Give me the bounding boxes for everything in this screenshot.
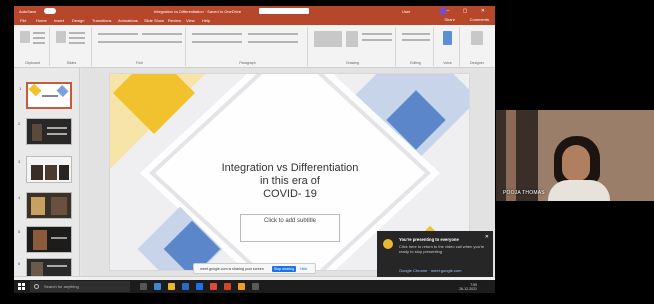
paragraph-group: Paragraph [188,27,308,66]
ribbon-tabs: File Home Insert Design Transitions Anim… [14,16,495,25]
design-ideas-icon[interactable] [471,31,483,45]
title-bar: AutoSave Integration vs Differentiation … [14,6,495,16]
title-line-3: COVID- 19 [263,188,317,200]
thumbnail-number: 4 [18,195,21,200]
comments-button[interactable]: Comments [470,17,489,22]
tab-review[interactable]: Review [168,18,181,23]
voice-group: Voice [436,27,460,66]
webcam-tile[interactable]: POOJA THOMAS [496,110,654,201]
drawing-group: Drawing [310,27,396,66]
thumbnail-number: 3 [18,159,21,164]
search-box[interactable] [259,8,309,14]
autosave-label: AutoSave [19,9,37,14]
arrange-icon[interactable] [346,31,358,47]
slide-title[interactable]: Integration vs Differentiation in this e… [210,162,370,201]
new-slide-icon[interactable] [56,31,66,43]
powerpoint-taskbar-icon[interactable] [224,283,231,290]
clipboard-group: Clipboard [16,27,50,66]
hide-share-bar-button[interactable]: Hide [300,267,307,271]
mail-icon[interactable] [196,283,203,290]
chrome-taskbar-icon[interactable] [210,283,217,290]
thumbnail-pane: 1 2 3 4 5 6 [14,68,80,285]
designer-group-label: Designer [469,61,484,65]
font-group: Font [94,27,186,66]
tab-slide-show[interactable]: Slide Show [144,18,164,23]
notification-title: You're presenting to everyone [399,237,459,242]
tab-home[interactable]: Home [36,18,47,23]
slide-thumbnail-2[interactable]: 2 [18,118,72,145]
edge-icon[interactable] [154,283,161,290]
shapes-icon[interactable] [314,31,342,47]
slides-group: Slides [52,27,92,66]
designer-group: Designer [462,27,492,66]
task-view-icon[interactable] [140,283,147,290]
ribbon: Clipboard Slides Font Paragraph Drawing … [14,25,495,68]
thumbnail-number: 5 [18,229,21,234]
subtitle-placeholder[interactable]: Click to add subtitle [240,214,340,242]
slide-thumbnail-1[interactable]: 1 [19,82,72,109]
chrome-icon [383,239,393,249]
slide-thumbnail-4[interactable]: 4 [18,192,72,219]
drawing-group-label: Drawing [346,61,359,65]
title-line-1: Integration vs Differentiation [221,162,359,174]
screen: AutoSave Integration vs Differentiation … [0,0,654,304]
font-group-label: Font [135,61,143,65]
voice-group-label: Voice [443,61,452,65]
document-title: Integration vs Differentiation · Saved t… [154,9,242,14]
clipboard-group-label: Clipboard [25,61,40,65]
window-controls[interactable]: – ▢ ✕ [447,8,491,14]
share-button[interactable]: Share [444,17,455,22]
presenting-notification[interactable]: You're presenting to everyone Click here… [377,231,493,277]
tab-animations[interactable]: Animations [118,18,138,23]
notification-body: Click here to return to the video call w… [399,244,485,254]
windows-start-icon[interactable] [18,283,25,290]
close-icon[interactable]: ✕ [485,234,489,240]
tab-help[interactable]: Help [202,18,210,23]
tab-design[interactable]: Design [72,18,84,23]
slides-group-label: Slides [66,61,77,65]
clock-date: 26-12-2021 [459,287,477,291]
tab-insert[interactable]: Insert [54,18,64,23]
tab-file[interactable]: File [20,18,26,23]
search-icon [34,284,39,289]
screen-share-bar: meet.google.com is sharing your screen S… [193,263,316,274]
thumbnail-number: 6 [18,261,21,266]
share-message: meet.google.com is sharing your screen [200,267,264,271]
stop-sharing-button[interactable]: Stop sharing [272,266,296,272]
windows-taskbar: Search for anything 7:59 26-12-2021 [14,280,495,293]
participant-name: POOJA THOMAS [503,190,545,196]
paste-icon[interactable] [20,31,30,43]
notification-source: Google Chrome · meet.google.com [399,268,462,273]
system-clock[interactable]: 7:59 26-12-2021 [459,283,477,291]
user-name: User [402,9,411,14]
slide-thumbnail-3[interactable]: 3 [18,156,72,183]
paragraph-group-label: Paragraph [239,61,256,65]
dictate-icon[interactable] [443,31,452,45]
settings-icon[interactable] [252,283,259,290]
autosave-toggle[interactable] [44,8,56,14]
thumbnail-number: 1 [19,86,22,91]
editing-group: Editing [398,27,434,66]
editing-group-label: Editing [410,61,421,65]
slide-thumbnail-5[interactable]: 5 [18,226,72,253]
title-line-2: in this era of [260,175,320,187]
taskbar-search-input[interactable]: Search for anything [30,281,130,292]
file-explorer-icon[interactable] [168,283,175,290]
tab-view[interactable]: View [186,18,195,23]
thumbnail-number: 2 [18,121,21,126]
tab-transitions[interactable]: Transitions [92,18,111,23]
store-icon[interactable] [182,283,189,290]
sticky-notes-icon[interactable] [238,283,245,290]
participant-face [562,145,590,181]
